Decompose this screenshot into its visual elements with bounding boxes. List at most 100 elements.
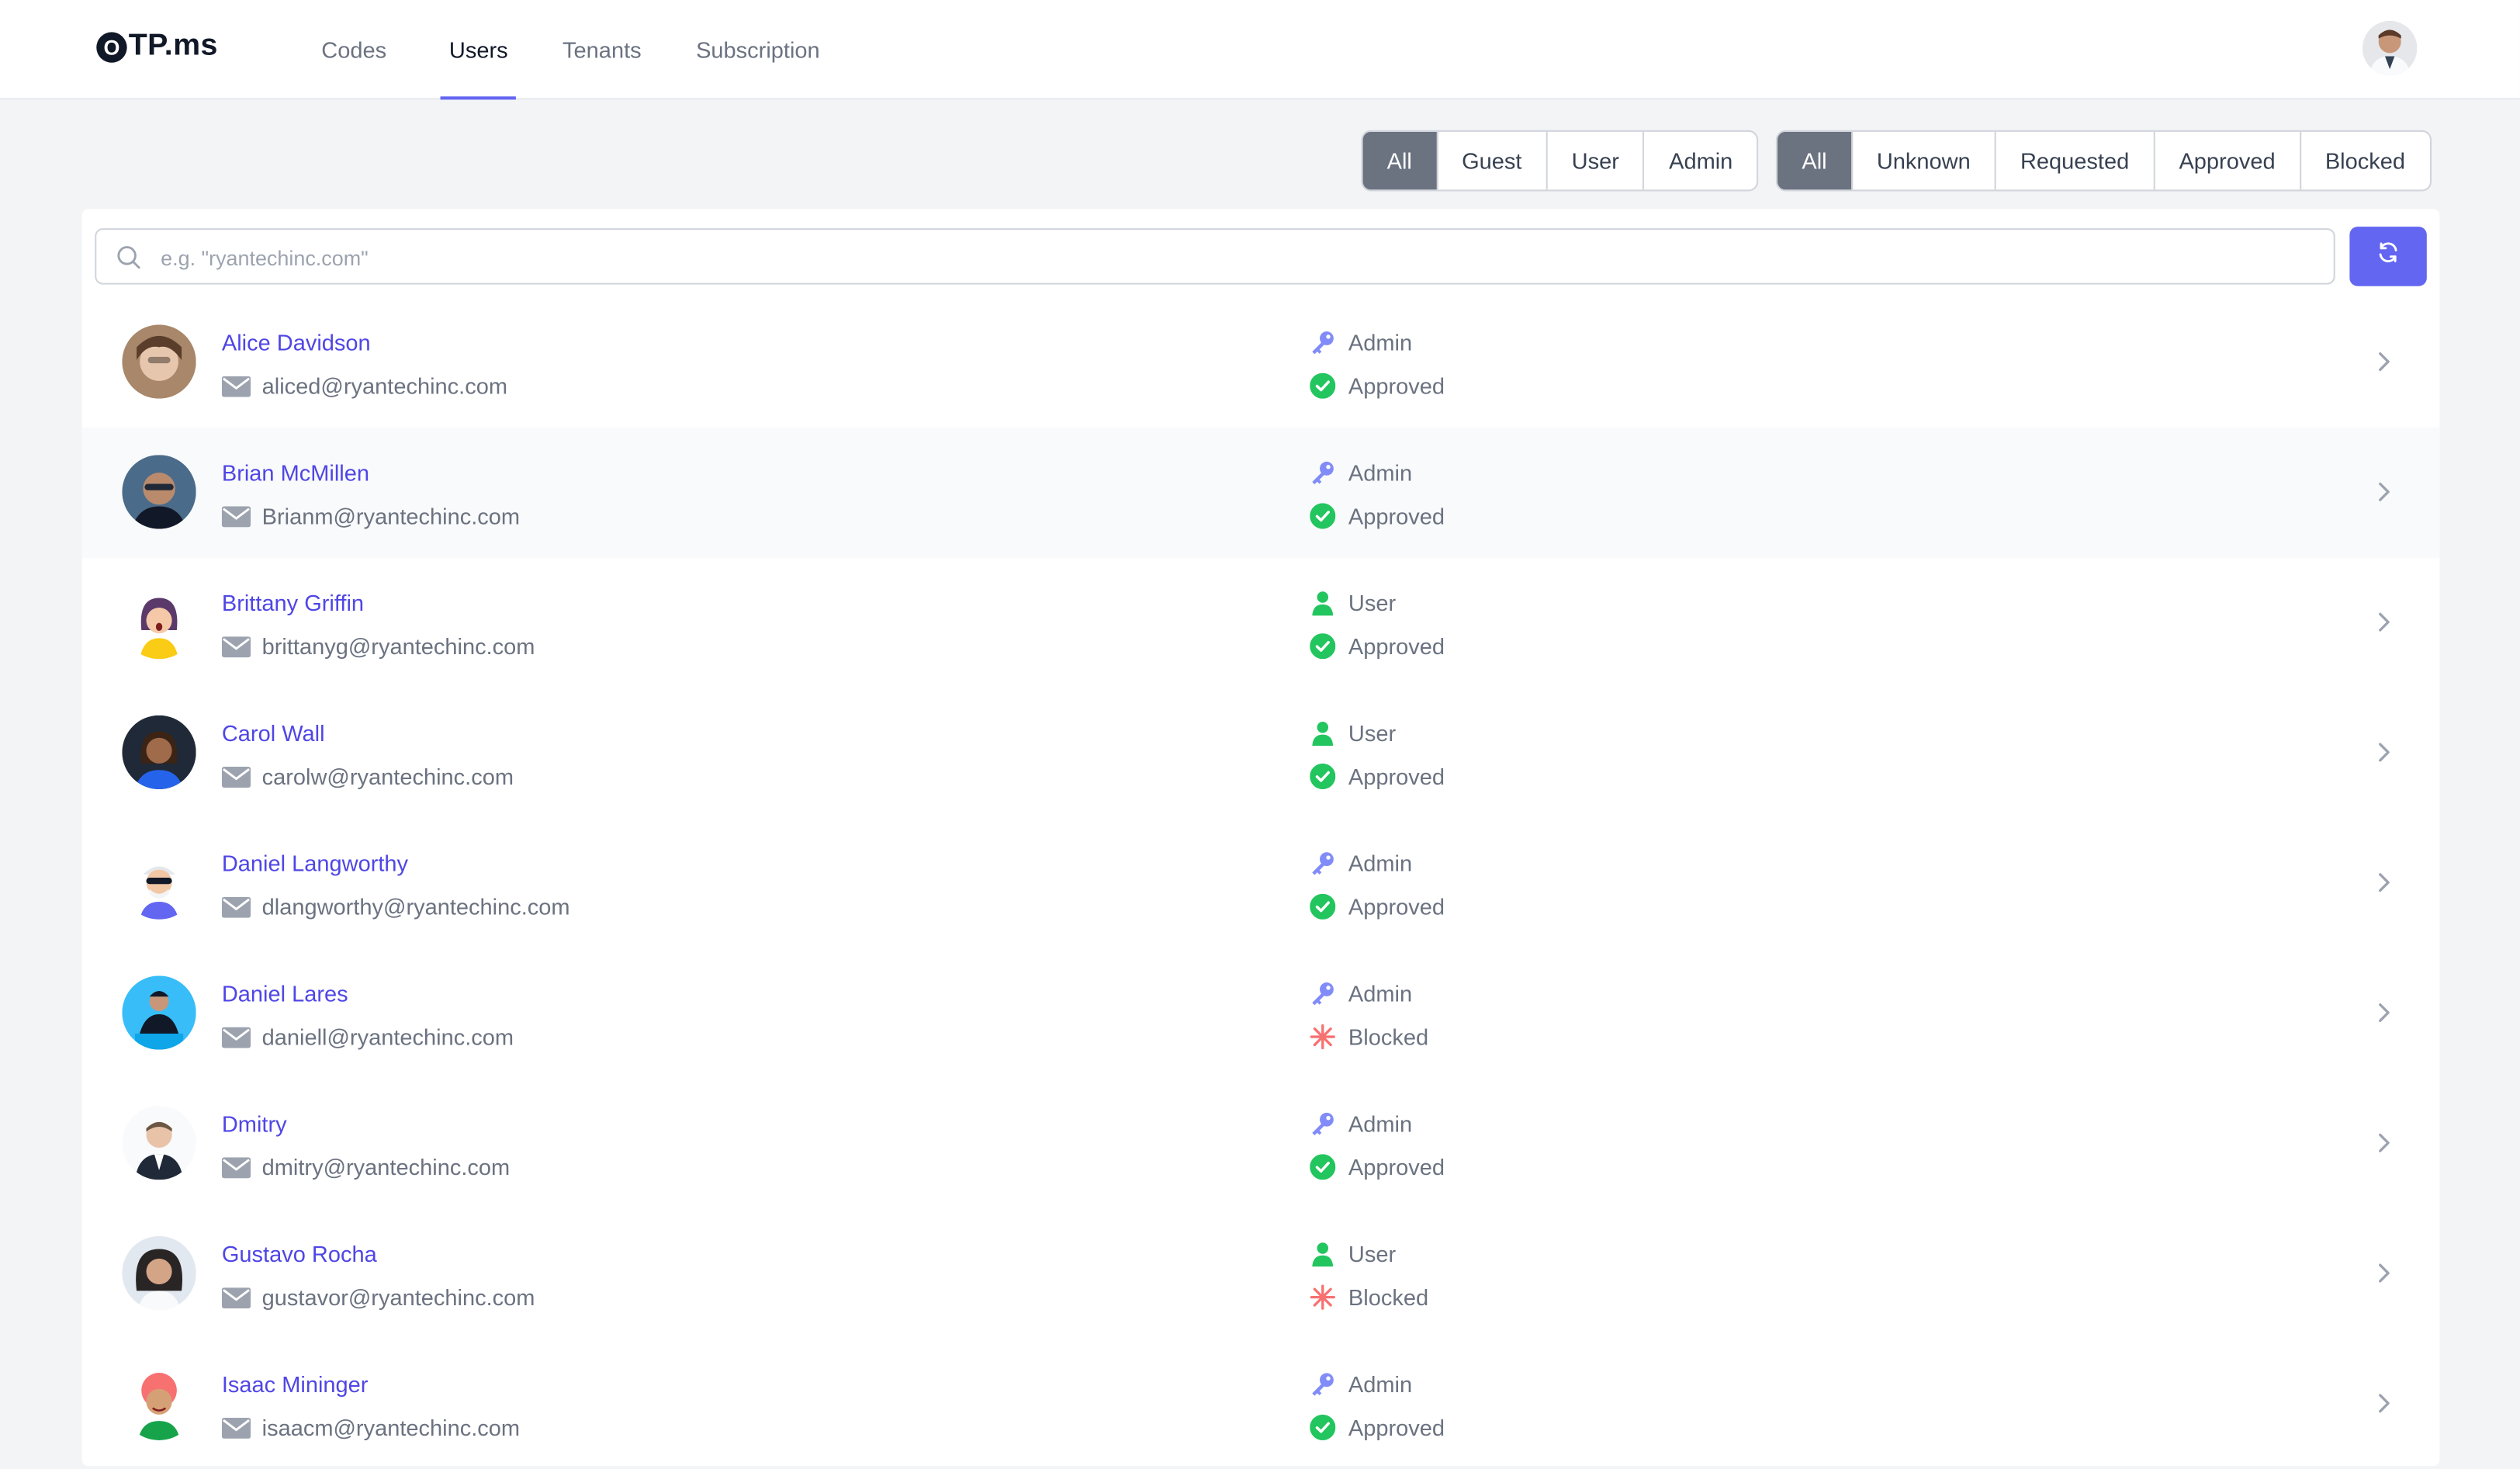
top-navbar: O TP.ms Codes Users Tenants Subscription — [0, 0, 2520, 100]
user-email-line: brittanyg@ryantechinc.com — [221, 633, 535, 660]
user-role: Admin — [1310, 330, 1412, 355]
key-icon — [1310, 459, 1335, 485]
user-row[interactable]: Carol Wall carolw@ryantechinc.com User A… — [82, 688, 2440, 819]
user-status: Approved — [1310, 893, 1445, 920]
role-label: User — [1348, 719, 1397, 747]
user-name[interactable]: Daniel Lares — [222, 981, 348, 1006]
status-label: Approved — [1348, 1414, 1445, 1440]
role-filter-group: All Guest User Admin — [1361, 130, 1759, 192]
blocked-icon — [1310, 1024, 1335, 1050]
user-email: brittanyg@ryantechinc.com — [261, 633, 535, 660]
role-filter-guest[interactable]: Guest — [1435, 131, 1546, 190]
avatar — [122, 1366, 196, 1440]
check-circle-icon — [1310, 763, 1336, 790]
avatar — [122, 455, 196, 529]
user-avatar[interactable] — [2362, 20, 2418, 76]
blocked-icon — [1310, 1284, 1335, 1310]
role-label: Admin — [1348, 459, 1413, 486]
chevron-right-icon — [2376, 1130, 2395, 1163]
avatar — [122, 324, 196, 399]
user-name[interactable]: Gustavo Rocha — [222, 1241, 377, 1266]
avatar — [122, 1106, 196, 1180]
user-role: Admin — [1310, 1110, 1412, 1136]
nav-tab-users[interactable]: Users — [441, 0, 516, 100]
user-email: daniell@ryantechinc.com — [261, 1024, 514, 1050]
status-filter-requested[interactable]: Requested — [1994, 131, 2153, 190]
user-name[interactable]: Daniel Langworthy — [222, 851, 408, 876]
key-icon — [1310, 1371, 1335, 1397]
user-name[interactable]: Brittany Griffin — [222, 590, 364, 615]
user-email: aliced@ryantechinc.com — [261, 372, 508, 399]
user-row[interactable]: Daniel Langworthy dlangworthy@ryantechin… — [82, 818, 2440, 948]
user-email: gustavor@ryantechinc.com — [261, 1284, 535, 1311]
user-email-line: Brianm@ryantechinc.com — [221, 503, 521, 529]
search-icon — [116, 244, 141, 278]
user-email: Brianm@ryantechinc.com — [261, 503, 521, 529]
user-row[interactable]: Brittany Griffin brittanyg@ryantechinc.c… — [82, 558, 2440, 688]
user-row[interactable]: Daniel Lares daniell@ryantechinc.com Adm… — [82, 948, 2440, 1079]
status-label: Approved — [1348, 763, 1445, 790]
user-status: Approved — [1310, 372, 1445, 399]
refresh-button[interactable] — [2349, 227, 2427, 286]
search-input[interactable] — [157, 230, 2318, 286]
user-icon — [1310, 720, 1335, 747]
user-row[interactable]: Alice Davidson aliced@ryantechinc.com Ad… — [82, 297, 2440, 428]
status-label: Approved — [1348, 503, 1445, 529]
chevron-right-icon — [2376, 870, 2395, 903]
nav-tab-codes[interactable]: Codes — [313, 0, 395, 98]
check-circle-icon — [1310, 372, 1336, 399]
user-email: isaacm@ryantechinc.com — [261, 1414, 521, 1440]
user-name[interactable]: Dmitry — [222, 1110, 287, 1136]
status-label: Approved — [1348, 633, 1445, 660]
role-label: Admin — [1348, 980, 1413, 1006]
envelope-icon — [221, 636, 251, 657]
app-logo[interactable]: O TP.ms — [96, 29, 218, 64]
user-row[interactable]: Isaac Mininger isaacm@ryantechinc.com Ad… — [82, 1339, 2440, 1469]
user-status: Approved — [1310, 1154, 1445, 1180]
user-name[interactable]: Alice Davidson — [222, 330, 371, 355]
user-name[interactable]: Isaac Mininger — [222, 1371, 369, 1397]
envelope-icon — [221, 896, 251, 917]
user-role: Admin — [1310, 981, 1412, 1006]
status-filter-approved[interactable]: Approved — [2153, 131, 2299, 190]
user-role: User — [1310, 1241, 1396, 1267]
status-filter-unknown[interactable]: Unknown — [1850, 131, 1995, 190]
user-status: Approved — [1310, 763, 1445, 790]
user-row[interactable]: Brian McMillen Brianm@ryantechinc.com Ad… — [81, 427, 2440, 558]
envelope-icon — [221, 375, 251, 397]
user-email-line: dmitry@ryantechinc.com — [221, 1154, 510, 1180]
status-filter-all[interactable]: All — [1778, 131, 1851, 190]
user-role: Admin — [1310, 851, 1412, 876]
chevron-right-icon — [2376, 479, 2395, 512]
user-name[interactable]: Carol Wall — [222, 720, 325, 746]
status-label: Approved — [1348, 1154, 1445, 1180]
user-email: dlangworthy@ryantechinc.com — [261, 893, 570, 920]
user-name[interactable]: Brian McMillen — [222, 459, 369, 485]
nav-tab-subscription[interactable]: Subscription — [688, 0, 828, 98]
user-row[interactable]: Gustavo Rocha gustavor@ryantechinc.com U… — [82, 1209, 2440, 1339]
user-list: Alice Davidson aliced@ryantechinc.com Ad… — [81, 297, 2440, 1469]
user-icon — [1310, 1241, 1335, 1267]
user-role: User — [1310, 719, 1397, 747]
envelope-icon — [221, 766, 251, 787]
role-filter-all[interactable]: All — [1362, 131, 1436, 190]
avatar — [122, 975, 196, 1050]
role-label: Admin — [1348, 329, 1413, 355]
check-circle-icon — [1310, 1414, 1336, 1440]
role-filter-admin[interactable]: Admin — [1642, 131, 1757, 190]
user-email-line: gustavor@ryantechinc.com — [221, 1284, 535, 1311]
status-filter-blocked[interactable]: Blocked — [2299, 131, 2429, 190]
key-icon — [1310, 981, 1335, 1006]
status-label: Approved — [1348, 893, 1445, 920]
user-row[interactable]: Dmitry dmitry@ryantechinc.com Admin Appr… — [82, 1079, 2440, 1209]
status-filter-group: All Unknown Requested Approved Blocked — [1776, 130, 2432, 192]
role-filter-user[interactable]: User — [1546, 131, 1643, 190]
user-status: Blocked — [1310, 1024, 1429, 1050]
avatar — [122, 715, 196, 790]
check-circle-icon — [1310, 633, 1336, 660]
status-label: Blocked — [1348, 1024, 1429, 1050]
filter-bar: All Guest User Admin All Unknown Request… — [1361, 130, 2432, 192]
chevron-right-icon — [2376, 740, 2395, 773]
role-label: User — [1348, 590, 1397, 616]
nav-tab-tenants[interactable]: Tenants — [555, 0, 649, 98]
